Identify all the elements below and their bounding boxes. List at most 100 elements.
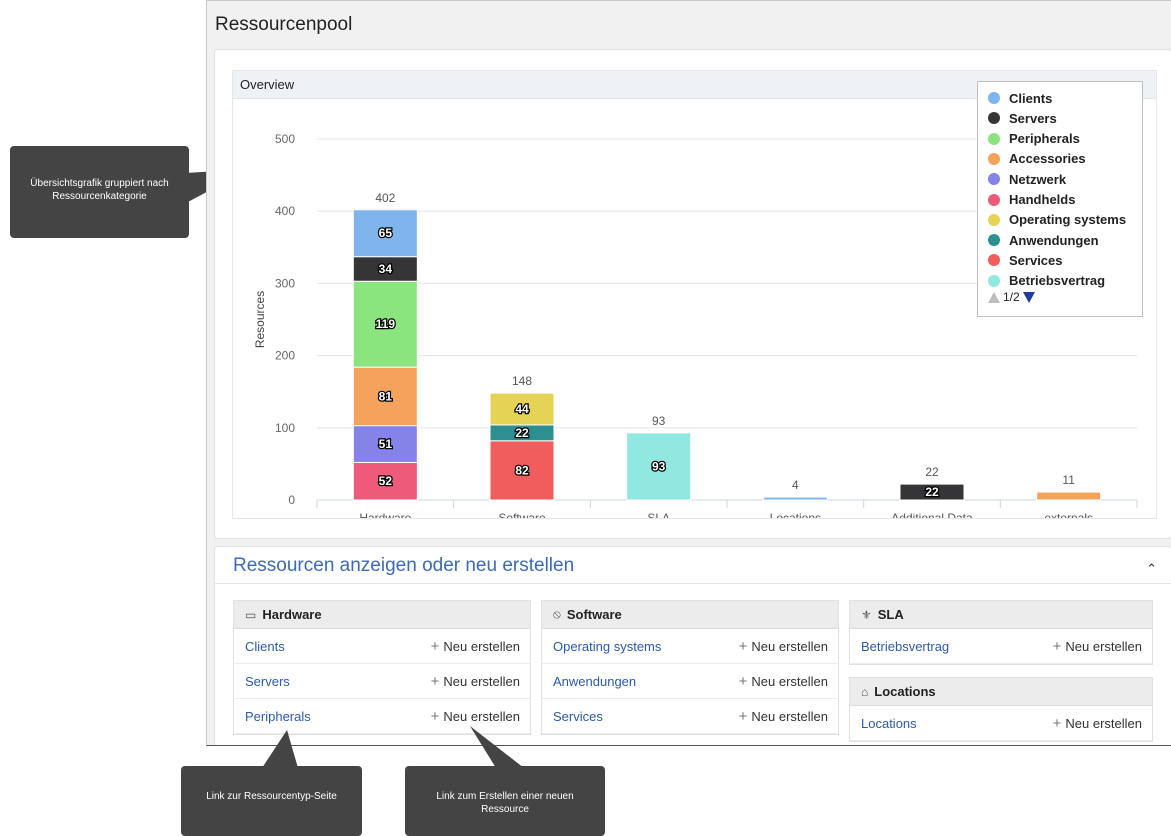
resource-type-link-operating-systems[interactable]: Operating systems — [553, 639, 661, 654]
resource-row: Anwendungen + Neu erstellen — [542, 664, 838, 699]
y-tick-label: 300 — [275, 276, 295, 290]
create-new-label: Neu erstellen — [751, 708, 828, 724]
legend-item-betriebsvertrag[interactable]: Betriebsvertrag — [988, 271, 1105, 291]
resource-group-locations: ⌂ Locations Locations + Neu erstellen — [849, 677, 1153, 742]
resource-type-link-anwendungen[interactable]: Anwendungen — [553, 674, 636, 689]
legend-dot-icon — [988, 213, 1000, 226]
legend-label: Accessories — [1009, 151, 1086, 167]
resources-title: Ressourcen anzeigen oder neu erstellen — [233, 555, 575, 576]
legend-next-icon[interactable] — [1022, 291, 1035, 303]
legend-item-handhelds[interactable]: Handhelds — [988, 190, 1075, 210]
x-tick-label: Software — [498, 511, 546, 518]
legend-item-operating-systems[interactable]: Operating systems — [988, 210, 1126, 230]
legend-page: 1/2 — [1003, 290, 1020, 304]
data-label: 93 — [652, 459, 666, 473]
data-label: 82 — [515, 463, 529, 477]
collapse-chevron-icon[interactable]: ⌃ — [1146, 561, 1157, 577]
create-new-button[interactable]: + Neu erstellen — [739, 708, 828, 725]
resource-group-title: Software — [566, 607, 622, 622]
create-new-button[interactable]: + Neu erstellen — [1053, 638, 1142, 655]
legend-item-accessories[interactable]: Accessories — [988, 149, 1086, 169]
legend-item-anwendungen[interactable]: Anwendungen — [988, 230, 1099, 250]
resource-type-link-services[interactable]: Services — [553, 709, 603, 724]
callout-chart-text: Übersichtsgrafik gruppiert nach Ressourc… — [30, 178, 169, 202]
y-tick-label: 100 — [275, 421, 295, 435]
create-new-button[interactable]: + Neu erstellen — [431, 673, 520, 690]
resource-group-header: ⚜ SLA — [850, 601, 1152, 629]
legend-dot-icon — [988, 274, 1000, 287]
chart-legend: Clients Servers Peripherals Accessories Netz… — [977, 81, 1143, 317]
total-label: 148 — [512, 374, 532, 388]
legend-dot-icon — [988, 152, 1000, 165]
resource-type-link-locations[interactable]: Locations — [861, 716, 917, 731]
y-tick-label: 500 — [275, 132, 295, 146]
resource-group-title: Hardware — [262, 607, 322, 622]
total-label: 4 — [792, 478, 799, 492]
data-label: 81 — [379, 389, 393, 403]
callout-link-create: Link zum Erstellen einer neuen Ressource — [405, 766, 605, 836]
resource-row: Clients + Neu erstellen — [234, 629, 530, 664]
legend-dot-icon — [988, 234, 1000, 247]
legend-item-services[interactable]: Services — [988, 250, 1063, 270]
page-title: Ressourcenpool — [215, 14, 353, 35]
legend-pager: 1/2 — [988, 290, 1035, 304]
legend-dot-icon — [988, 92, 1000, 104]
create-new-button[interactable]: + Neu erstellen — [739, 673, 828, 690]
data-label: 52 — [379, 474, 393, 488]
y-tick-label: 400 — [275, 204, 295, 218]
create-new-label: Neu erstellen — [443, 708, 520, 724]
y-tick-label: 200 — [275, 349, 295, 363]
plus-icon: + — [738, 707, 748, 725]
create-new-label: Neu erstellen — [751, 673, 828, 689]
create-new-button[interactable]: + Neu erstellen — [1053, 715, 1142, 732]
create-new-label: Neu erstellen — [443, 638, 520, 654]
plus-icon: + — [430, 672, 440, 690]
create-new-button[interactable]: + Neu erstellen — [431, 708, 520, 725]
overview-card: Overview 0 100 200 300 400 500 Resources 52 51 81… — [214, 49, 1171, 539]
resource-type-link-servers[interactable]: Servers — [245, 674, 290, 689]
callout-link-type-text: Link zur Ressourcentyp-Seite — [206, 791, 337, 802]
legend-dot-icon — [988, 193, 1000, 206]
create-new-label: Neu erstellen — [443, 673, 520, 689]
y-tick-label: 0 — [288, 493, 295, 507]
resource-group-title: SLA — [877, 607, 904, 622]
plus-icon: + — [1052, 714, 1062, 732]
callout-link-create-arrow — [470, 726, 524, 768]
data-label: 65 — [379, 226, 393, 240]
resources-card: Ressourcen anzeigen oder neu erstellen ⌃… — [214, 546, 1171, 745]
legend-dot-icon — [988, 112, 1000, 125]
plus-icon: + — [430, 637, 440, 655]
data-label: 44 — [515, 402, 529, 416]
home-icon: ⌂ — [861, 684, 869, 699]
legend-dot-icon — [988, 132, 1000, 145]
resource-row: Services + Neu erstellen — [542, 699, 838, 734]
x-tick-label: Additional Data — [891, 511, 973, 518]
resource-type-link-peripherals[interactable]: Peripherals — [245, 709, 311, 724]
resource-row: Operating systems + Neu erstellen — [542, 629, 838, 664]
x-tick-label: SLA — [647, 511, 670, 518]
legend-label: Services — [1009, 252, 1063, 268]
x-tick-label: Hardware — [359, 511, 411, 518]
legend-item-peripherals[interactable]: Peripherals — [988, 129, 1080, 149]
callout-link-type: Link zur Ressourcentyp-Seite — [181, 766, 362, 836]
create-new-button[interactable]: + Neu erstellen — [739, 638, 828, 655]
resource-type-link-betriebsvertrag[interactable]: Betriebsvertrag — [861, 639, 949, 654]
legend-label: Clients — [1009, 90, 1053, 106]
resource-type-link-clients[interactable]: Clients — [245, 639, 285, 654]
legend-label: Servers — [1009, 110, 1057, 126]
plus-icon: + — [1052, 637, 1062, 655]
legend-prev-icon[interactable] — [988, 291, 1000, 303]
resource-group-header: ⌂ Locations — [850, 678, 1152, 706]
legend-item-servers[interactable]: Servers — [988, 108, 1057, 128]
resource-group-hardware: ▭ Hardware Clients + Neu erstellen Servers + Ne… — [233, 600, 531, 735]
legend-item-netzwerk[interactable]: Netzwerk — [988, 169, 1066, 189]
legend-label: Operating systems — [1009, 212, 1127, 228]
y-axis-title: Resources — [253, 291, 267, 348]
legend-item-clients[interactable]: Clients — [988, 88, 1052, 108]
software-icon: ⦸ — [553, 607, 561, 621]
resource-group-title: Locations — [874, 684, 936, 699]
create-new-button[interactable]: + Neu erstellen — [431, 638, 520, 655]
plus-icon: + — [430, 707, 440, 725]
data-label: 119 — [376, 317, 396, 331]
legend-label: Betriebsvertrag — [1009, 273, 1106, 289]
